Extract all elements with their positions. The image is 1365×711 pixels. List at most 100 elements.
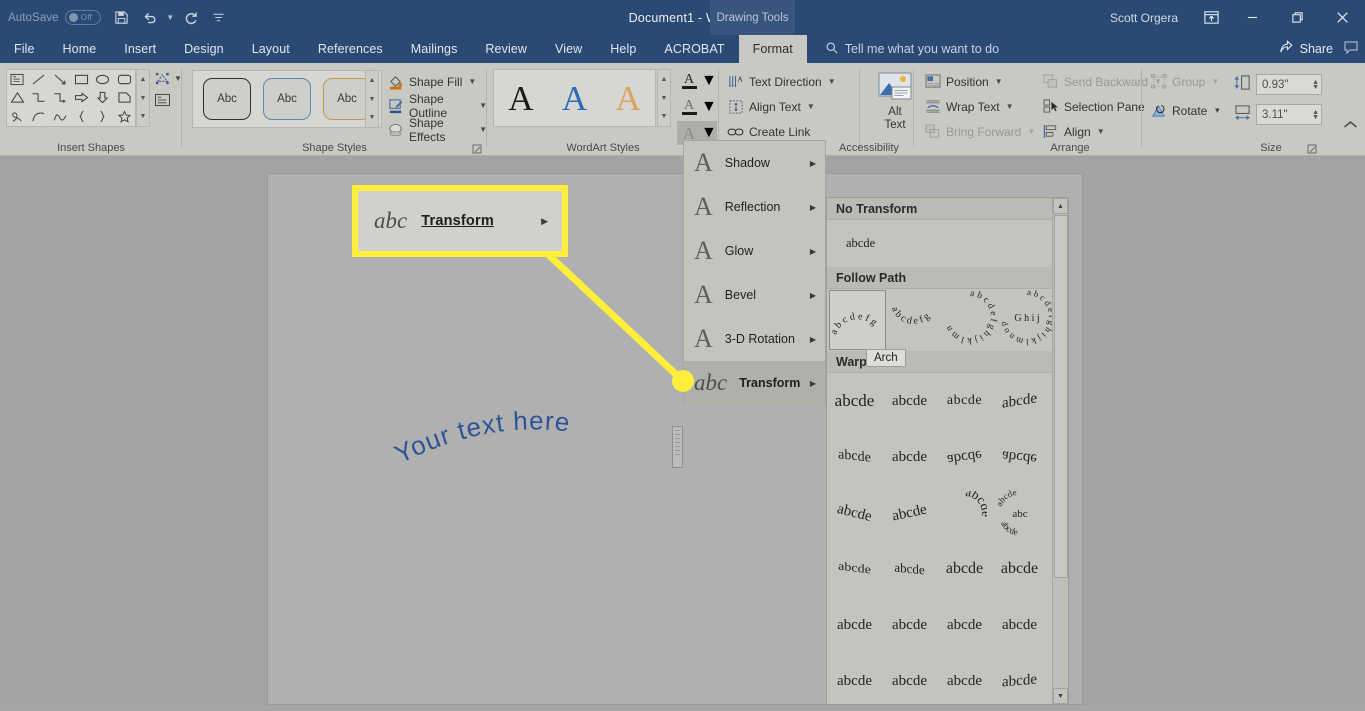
shape-styles-scroll-down-icon[interactable]: ▼ xyxy=(366,90,378,109)
collapse-ribbon-icon[interactable] xyxy=(1341,115,1359,133)
shapes-gallery-more-icon[interactable]: ▼ xyxy=(137,107,149,126)
wordart-scroll-up-icon[interactable]: ▲ xyxy=(658,70,670,89)
shapes-gallery-scrollbar[interactable]: ▲ ▼ ▼ xyxy=(136,69,150,127)
wordart-more-icon[interactable]: ▼ xyxy=(658,107,670,126)
shape-curve-icon[interactable] xyxy=(28,107,49,126)
shape-rounded-rectangle-icon[interactable] xyxy=(114,70,135,89)
shapes-scroll-down-icon[interactable]: ▼ xyxy=(137,89,149,108)
callout-highlight-transform[interactable]: abc Transform ▶ xyxy=(352,185,568,257)
share-button[interactable]: Share xyxy=(1279,40,1333,58)
transform-item-warp-1[interactable]: abcde xyxy=(827,373,882,429)
text-effects-dropdown-menu[interactable]: A Shadow ▶ A Reflection ▶ A Glow ▶ A Bev… xyxy=(683,140,826,405)
transform-item-warp-23[interactable]: abcde xyxy=(937,653,992,709)
shape-freeform-icon[interactable] xyxy=(50,107,71,126)
tab-references[interactable]: References xyxy=(304,35,397,63)
text-direction-caret-icon[interactable]: ▼ xyxy=(828,77,836,86)
transform-item-warp-22[interactable]: abcde xyxy=(882,653,937,709)
transform-item-button[interactable]: a b c d e f g h i j k l m n o pG h i j xyxy=(997,287,1057,350)
shape-styles-scroll-up-icon[interactable]: ▲ xyxy=(366,71,378,90)
shape-down-arrow-icon[interactable] xyxy=(92,89,113,108)
shape-width-spinner[interactable]: ▲ ▼ xyxy=(1312,109,1319,121)
transform-item-warp-12[interactable]: abcdeabcabcde xyxy=(992,485,1047,541)
menu-item-transform[interactable]: abc Transform ▶ xyxy=(684,361,825,405)
minimize-icon[interactable] xyxy=(1230,0,1275,35)
shape-height-field[interactable]: 0.93" ▲ ▼ xyxy=(1234,73,1322,96)
shape-triangle-icon[interactable] xyxy=(7,89,28,108)
shape-line-icon[interactable] xyxy=(28,70,49,89)
transform-item-warp-13[interactable]: abcde xyxy=(827,542,882,596)
wrap-text-caret-icon[interactable]: ▼ xyxy=(1006,102,1014,111)
shape-flowchart-icon[interactable] xyxy=(114,89,135,108)
transform-item-warp-20[interactable]: abcde xyxy=(992,597,1047,653)
shape-right-brace-icon[interactable] xyxy=(92,107,113,126)
shape-outline-button[interactable]: Shape Outline ▼ xyxy=(387,92,487,120)
wordart-swatch-2[interactable]: A xyxy=(562,81,587,116)
transform-item-warp-4[interactable]: abcde xyxy=(992,369,1047,434)
menu-item-glow[interactable]: A Glow ▶ xyxy=(684,229,825,273)
shape-width-input[interactable]: 3.11" ▲ ▼ xyxy=(1256,104,1322,125)
tab-home[interactable]: Home xyxy=(49,35,111,63)
transform-item-warp-11[interactable]: abcde xyxy=(937,485,992,541)
restore-icon[interactable] xyxy=(1275,0,1320,35)
text-outline-button[interactable]: A ▼ xyxy=(677,95,717,119)
transform-item-warp-8[interactable]: abcde xyxy=(989,426,1050,487)
shape-oval-icon[interactable] xyxy=(92,70,113,89)
transform-item-circle[interactable]: a b c d e f g h i j k l m n xyxy=(943,289,1000,350)
scroll-up-icon[interactable]: ▲ xyxy=(1053,198,1068,214)
transform-gallery-scrollbar[interactable]: ▲ ▼ xyxy=(1052,198,1068,704)
shape-style-swatch-1[interactable]: Abc xyxy=(203,78,251,120)
align-caret-icon[interactable]: ▼ xyxy=(1097,127,1105,136)
wordart-styles-gallery[interactable]: A A A xyxy=(493,69,656,127)
shape-effects-button[interactable]: Shape Effects ▼ xyxy=(387,116,487,144)
align-text-caret-icon[interactable]: ▼ xyxy=(807,102,815,111)
shape-height-spinner[interactable]: ▲ ▼ xyxy=(1312,79,1319,91)
user-name[interactable]: Scott Orgera xyxy=(1110,11,1178,25)
transform-item-warp-10[interactable]: abcde xyxy=(877,480,942,546)
transform-item-arch-down[interactable]: a b c d e f g xyxy=(886,290,943,350)
transform-item-warp-19[interactable]: abcde xyxy=(937,597,992,653)
redo-icon[interactable] xyxy=(178,5,204,31)
menu-item-shadow[interactable]: A Shadow ▶ xyxy=(684,141,825,185)
save-icon[interactable] xyxy=(109,5,135,31)
comments-icon[interactable] xyxy=(1343,39,1359,60)
align-text-button[interactable]: Align Text ▼ xyxy=(727,95,836,118)
text-direction-button[interactable]: A Text Direction ▼ xyxy=(727,70,836,93)
undo-icon[interactable] xyxy=(137,5,163,31)
tell-me-search[interactable]: Tell me what you want to do xyxy=(825,35,999,63)
position-button[interactable]: Position ▼ xyxy=(924,70,1035,93)
shape-right-arrow-icon[interactable] xyxy=(71,89,92,108)
text-outline-caret-icon[interactable]: ▼ xyxy=(701,98,717,116)
tab-mailings[interactable]: Mailings xyxy=(397,35,472,63)
autosave-toggle[interactable]: AutoSave Off xyxy=(8,10,101,25)
wordart-scroll-down-icon[interactable]: ▼ xyxy=(658,89,670,108)
transform-item-warp-6[interactable]: abcde xyxy=(882,429,937,485)
selection-pane-button[interactable]: Selection Pane xyxy=(1042,95,1162,118)
tab-file[interactable]: File xyxy=(0,35,49,63)
wordart-swatch-3[interactable]: A xyxy=(616,81,641,116)
transform-item-warp-3[interactable]: abcde xyxy=(937,373,992,429)
customize-quick-access-icon[interactable] xyxy=(206,5,232,31)
text-fill-caret-icon[interactable]: ▼ xyxy=(701,72,717,90)
edit-shape-icon[interactable]: ▼ xyxy=(154,71,182,86)
shape-styles-more-icon[interactable]: ▼ xyxy=(366,108,378,127)
tab-format[interactable]: Format xyxy=(738,35,807,63)
rotate-button[interactable]: Rotate ▼ xyxy=(1150,99,1221,122)
size-dialog-launcher[interactable] xyxy=(1307,142,1318,154)
transform-item-warp-2[interactable]: abcde xyxy=(882,373,937,429)
transform-item-warp-18[interactable]: abcde xyxy=(882,597,937,653)
shape-textbox-icon[interactable] xyxy=(7,70,28,89)
close-icon[interactable] xyxy=(1320,0,1365,35)
transform-item-warp-17[interactable]: abcde xyxy=(827,597,882,653)
scrollbar-thumb[interactable] xyxy=(1054,215,1068,578)
ribbon-display-options-icon[interactable] xyxy=(1192,0,1230,35)
menu-item-3d-rotation[interactable]: A 3-D Rotation ▶ xyxy=(684,317,825,361)
shape-left-brace-icon[interactable] xyxy=(71,107,92,126)
position-caret-icon[interactable]: ▼ xyxy=(995,77,1003,86)
transform-item-warp-14[interactable]: abcde xyxy=(882,539,937,600)
wordart-swatch-1[interactable]: A xyxy=(508,81,533,116)
transform-item-warp-24[interactable]: abcde xyxy=(992,651,1047,711)
shape-star-icon[interactable] xyxy=(114,107,135,126)
wordart-object[interactable]: Your text here Your text here xyxy=(392,411,642,473)
shape-elbow-connector-icon[interactable] xyxy=(28,89,49,108)
shape-arrow-icon[interactable] xyxy=(50,70,71,89)
